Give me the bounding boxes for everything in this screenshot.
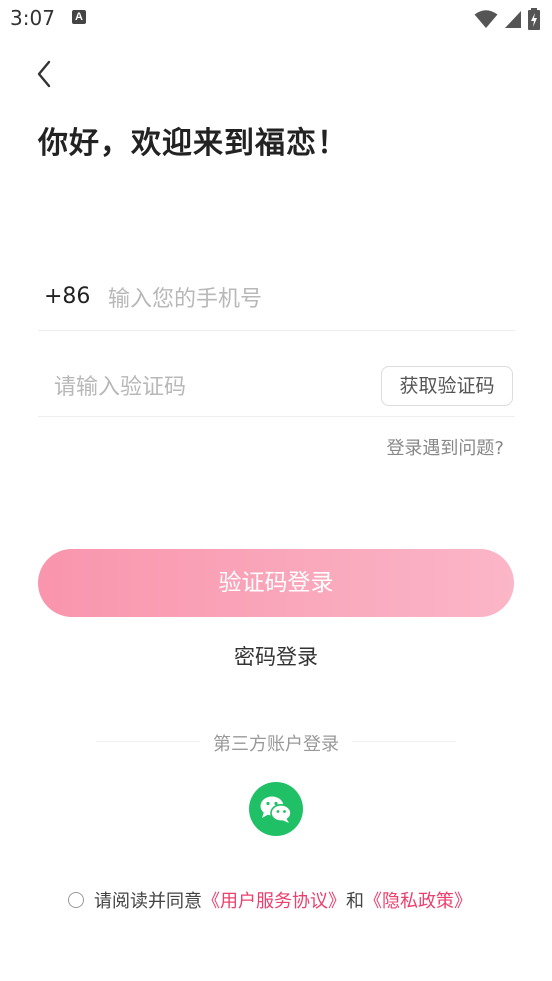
notification-icon: A [72,10,86,24]
system-icons [474,6,540,32]
user-agreement-link[interactable]: 《用户服务协议》 [202,887,346,913]
code-row: 获取验证码 [38,358,515,417]
status-bar: 3:07 A [0,0,552,38]
back-button[interactable] [30,56,62,92]
agreement-row: 请阅读并同意 《用户服务协议》 和 《隐私政策》 [68,886,472,914]
battery-icon [528,8,540,30]
wechat-login-button[interactable] [249,782,303,836]
page-title: 你好，欢迎来到福恋！ [38,126,348,161]
divider-line-right [352,741,456,742]
privacy-policy-link[interactable]: 《隐私政策》 [364,887,472,913]
verification-code-input[interactable] [52,368,356,406]
country-code[interactable]: +86 [44,284,90,309]
chevron-left-icon [37,60,51,88]
agreement-prefix: 请阅读并同意 [94,891,202,912]
third-party-label: 第三方账户登录 [213,734,339,755]
login-trouble-link[interactable]: 登录遇到问题? [386,434,504,460]
phone-input[interactable] [106,280,510,318]
signal-icon [505,11,521,28]
get-code-button[interactable]: 获取验证码 [381,366,513,406]
phone-row: +86 [38,270,515,331]
wechat-icon [260,796,292,823]
third-party-divider: 第三方账户登录 [96,728,456,755]
password-login-link[interactable]: 密码登录 [0,641,552,671]
agreement-checkbox[interactable] [68,892,84,908]
code-login-button[interactable]: 验证码登录 [38,549,514,617]
agreement-and: 和 [346,891,364,912]
wifi-icon [474,10,498,28]
status-time: 3:07 [10,6,55,30]
